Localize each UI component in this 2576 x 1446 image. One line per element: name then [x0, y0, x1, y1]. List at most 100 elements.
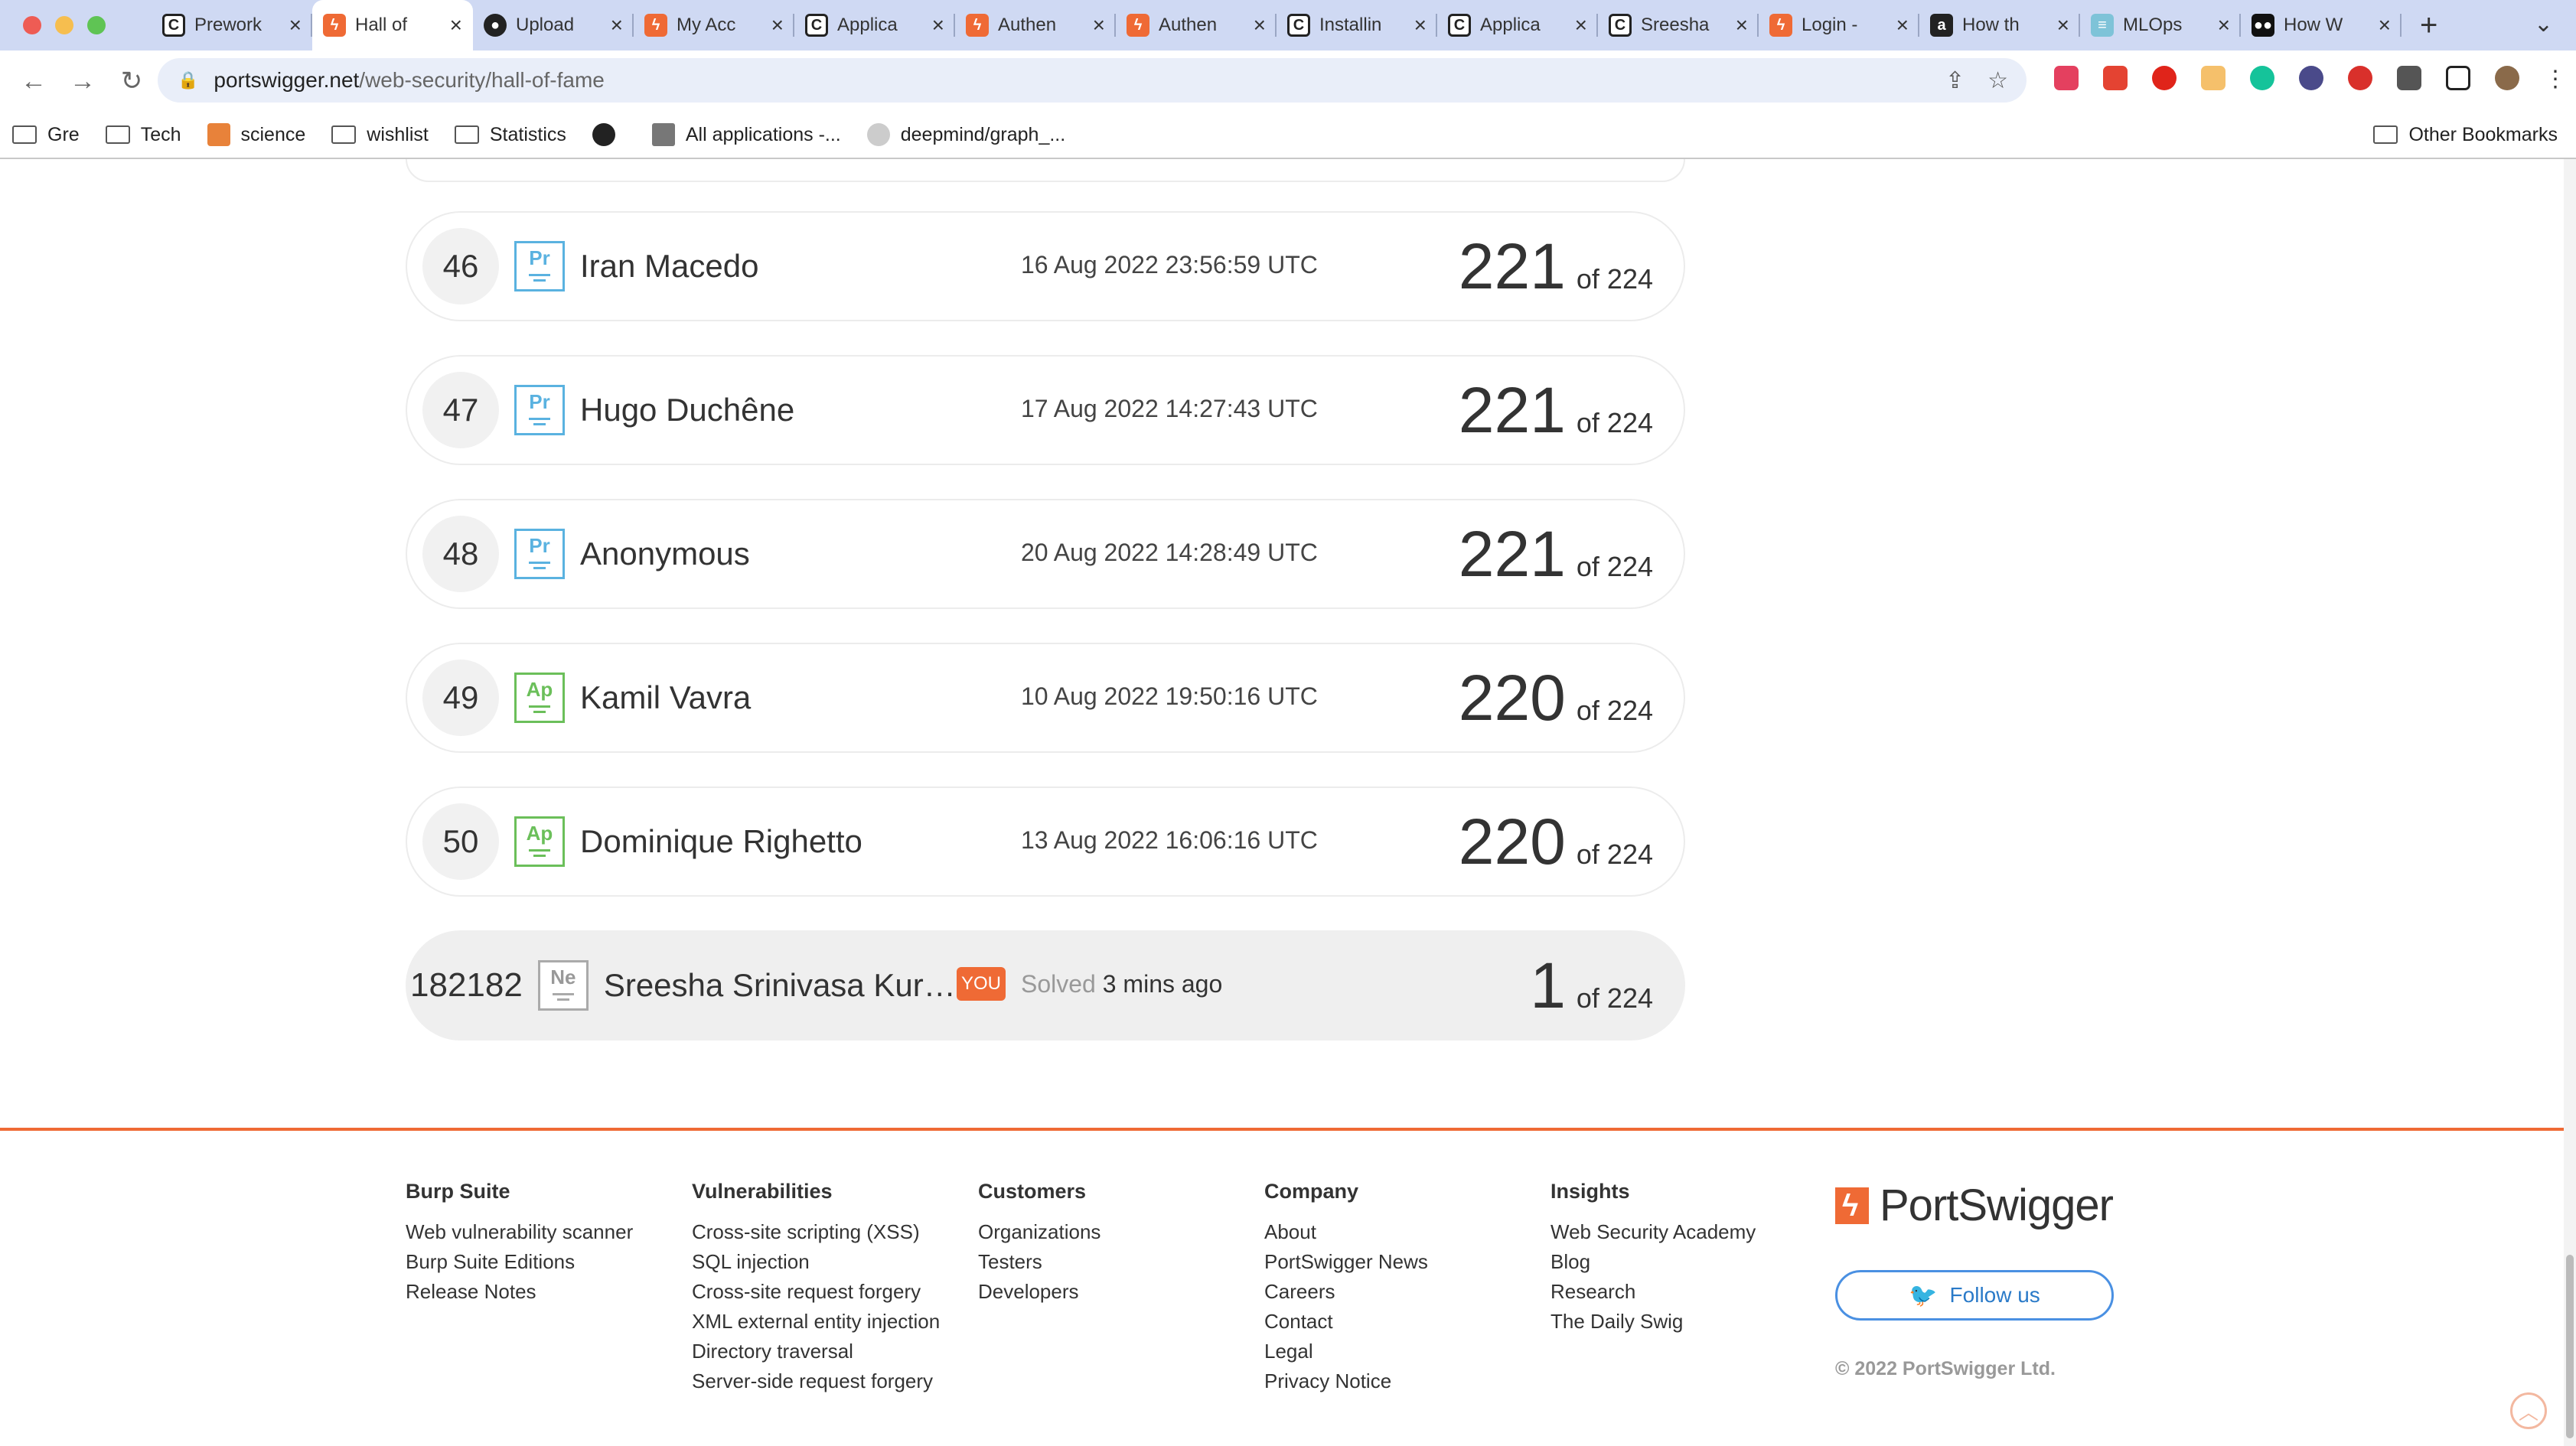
close-window-button[interactable]: [23, 16, 41, 34]
bookmark-folder-statistics[interactable]: Statistics: [454, 124, 566, 146]
solved-timestamp: 20 Aug 2022 14:28:49 UTC: [1021, 539, 1318, 566]
footer-link[interactable]: About: [1264, 1217, 1428, 1247]
scrollbar[interactable]: [2564, 159, 2576, 1446]
footer-link[interactable]: Server-side request forgery: [692, 1366, 940, 1396]
tab-label: How W: [2284, 15, 2343, 35]
bookmark-deepmind-graph[interactable]: deepmind/graph_...: [866, 123, 1065, 146]
extension-face-icon[interactable]: [2201, 66, 2225, 90]
pocket-icon[interactable]: [2054, 66, 2079, 90]
forward-button[interactable]: →: [67, 67, 98, 96]
tab-12[interactable]: ≡ MLOps ×: [2080, 0, 2241, 50]
footer-link[interactable]: The Daily Swig: [1550, 1307, 1756, 1337]
todoist-icon[interactable]: [2103, 66, 2128, 90]
tab-8[interactable]: C Applica ×: [1437, 0, 1598, 50]
tab-7[interactable]: C Installin ×: [1277, 0, 1437, 50]
tab-6[interactable]: ϟ Authen ×: [1116, 0, 1277, 50]
sidebar-icon[interactable]: [2446, 66, 2470, 90]
score-total: of 224: [1576, 982, 1653, 1014]
footer-link[interactable]: Research: [1550, 1277, 1756, 1307]
reload-button[interactable]: ↻: [116, 66, 147, 96]
bookmark-folder-wishlist[interactable]: wishlist: [331, 124, 429, 146]
new-tab-button[interactable]: +: [2420, 8, 2437, 43]
footer-link[interactable]: Web Security Academy: [1550, 1217, 1756, 1247]
footer-link[interactable]: Cross-site request forgery: [692, 1277, 940, 1307]
footer-link[interactable]: Release Notes: [406, 1277, 633, 1307]
grammarly-icon[interactable]: [2250, 66, 2274, 90]
footer-link[interactable]: Blog: [1550, 1247, 1756, 1277]
close-icon[interactable]: ×: [2057, 13, 2069, 37]
folder-icon: [331, 125, 357, 144]
footer-link[interactable]: Cross-site scripting (XSS): [692, 1217, 940, 1247]
close-icon[interactable]: ×: [611, 13, 623, 37]
score-total: of 224: [1576, 839, 1653, 870]
zoom-window-button[interactable]: [87, 16, 106, 34]
scroll-to-top-button[interactable]: ︿: [2510, 1392, 2547, 1429]
close-icon[interactable]: ×: [1414, 13, 1427, 37]
footer-column-0: Burp Suite Web vulnerability scanner Burp …: [406, 1180, 633, 1307]
tab-2[interactable]: ● Upload ×: [473, 0, 634, 50]
footer-link[interactable]: Testers: [978, 1247, 1101, 1277]
footer-link[interactable]: XML external entity injection: [692, 1307, 940, 1337]
close-icon[interactable]: ×: [771, 13, 784, 37]
close-icon[interactable]: ×: [2379, 13, 2391, 37]
bookmark-science[interactable]: science: [207, 123, 305, 146]
tab-10[interactable]: ϟ Login - ×: [1759, 0, 1919, 50]
minimize-window-button[interactable]: [55, 16, 73, 34]
tab-strip: C Prework × ϟ Hall of × ● Upload × ϟ My Acc × C Appli…: [0, 0, 2576, 50]
portswigger-logo[interactable]: PortSwigger: [1835, 1180, 2114, 1231]
bookmark-folder-tech[interactable]: Tech: [105, 124, 181, 146]
share-icon[interactable]: ⇪: [1945, 67, 1965, 94]
bookmark-all-applications[interactable]: All applications -...: [651, 123, 841, 146]
close-icon[interactable]: ×: [932, 13, 944, 37]
menu-icon[interactable]: ⋮: [2544, 66, 2567, 93]
bookmark-globe[interactable]: [592, 123, 626, 146]
puzzle-icon[interactable]: [2397, 66, 2421, 90]
close-icon[interactable]: ×: [1736, 13, 1748, 37]
tab-1[interactable]: ϟ Hall of ×: [312, 0, 473, 50]
color-picker-icon[interactable]: [2299, 66, 2323, 90]
tab-13[interactable]: ●● How W ×: [2241, 0, 2402, 50]
follow-us-button[interactable]: 🐦 Follow us: [1835, 1270, 2114, 1321]
close-icon[interactable]: ×: [1896, 13, 1909, 37]
page-icon: [651, 123, 675, 146]
chevron-down-icon[interactable]: ⌄: [2534, 11, 2553, 37]
close-icon[interactable]: ×: [1093, 13, 1105, 37]
footer-link[interactable]: Privacy Notice: [1264, 1366, 1428, 1396]
footer-link[interactable]: Contact: [1264, 1307, 1428, 1337]
adblock-icon[interactable]: [2152, 66, 2177, 90]
address-bar[interactable]: 🔒 portswigger.net/web-security/hall-of-f…: [158, 58, 2027, 103]
close-icon[interactable]: ×: [1575, 13, 1587, 37]
tab-4[interactable]: C Applica ×: [794, 0, 955, 50]
twitter-icon: 🐦: [1909, 1282, 1938, 1308]
footer-link[interactable]: SQL injection: [692, 1247, 940, 1277]
bookmark-folder-gre[interactable]: Gre: [12, 124, 80, 146]
close-icon[interactable]: ×: [289, 13, 302, 37]
avatar[interactable]: [2495, 66, 2519, 90]
tab-11[interactable]: a How th ×: [1919, 0, 2080, 50]
footer-link[interactable]: Organizations: [978, 1217, 1101, 1247]
close-icon[interactable]: ×: [450, 13, 462, 37]
tab-0[interactable]: C Prework ×: [152, 0, 312, 50]
close-icon[interactable]: ×: [2218, 13, 2230, 37]
blocker-icon[interactable]: [2348, 66, 2372, 90]
back-button[interactable]: ←: [18, 67, 49, 96]
tab-9[interactable]: C Sreesha ×: [1598, 0, 1759, 50]
footer-link[interactable]: Web vulnerability scanner: [406, 1217, 633, 1247]
footer-link[interactable]: Careers: [1264, 1277, 1428, 1307]
close-icon[interactable]: ×: [1254, 13, 1266, 37]
footer-link[interactable]: Legal: [1264, 1337, 1428, 1366]
leaderboard-row: 50 Ap Dominique Righetto 13 Aug 2022 16:06:…: [406, 787, 1685, 897]
footer-link[interactable]: PortSwigger News: [1264, 1247, 1428, 1277]
footer-column-title: Insights: [1550, 1180, 1630, 1203]
footer-link[interactable]: Developers: [978, 1277, 1101, 1307]
bookmark-other[interactable]: Other Bookmarks: [2373, 124, 2558, 146]
scrollbar-thumb[interactable]: [2566, 1255, 2574, 1438]
lock-icon[interactable]: 🔒: [178, 70, 198, 90]
tab-3[interactable]: ϟ My Acc ×: [634, 0, 794, 50]
tab-favicon-icon: C: [1609, 14, 1632, 37]
footer-link[interactable]: Burp Suite Editions: [406, 1247, 633, 1277]
bookmark-star-icon[interactable]: ☆: [1987, 67, 2008, 94]
footer-link[interactable]: Directory traversal: [692, 1337, 940, 1366]
tab-5[interactable]: ϟ Authen ×: [955, 0, 1116, 50]
score: 221 of 224: [1459, 517, 1653, 591]
